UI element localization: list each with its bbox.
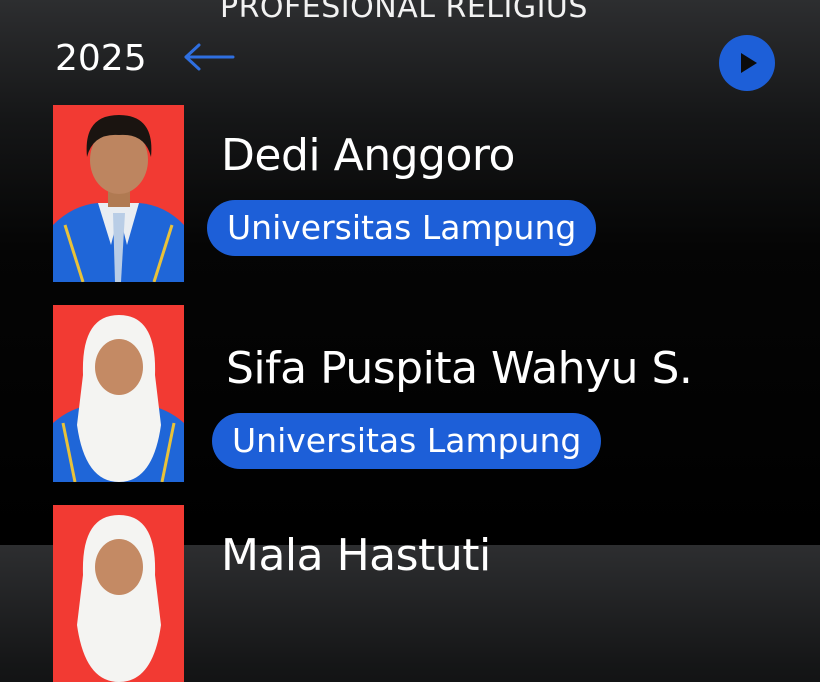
student-photo	[53, 305, 184, 482]
student-photo	[53, 505, 184, 682]
student-name: Sifa Puspita Wahyu S.	[226, 343, 693, 394]
student-name: Mala Hastuti	[221, 530, 491, 581]
student-name: Dedi Anggoro	[221, 130, 515, 181]
arrow-left-icon	[184, 43, 235, 71]
university-badge: Universitas Lampung	[212, 413, 602, 469]
play-icon	[741, 53, 757, 73]
year-label: 2025	[55, 38, 147, 79]
university-badge: Universitas Lampung	[207, 200, 597, 256]
page-title: PROFESIONAL RELIGIUS	[220, 0, 588, 25]
student-photo	[53, 105, 184, 282]
play-button[interactable]	[719, 35, 775, 91]
back-button[interactable]	[183, 42, 235, 72]
